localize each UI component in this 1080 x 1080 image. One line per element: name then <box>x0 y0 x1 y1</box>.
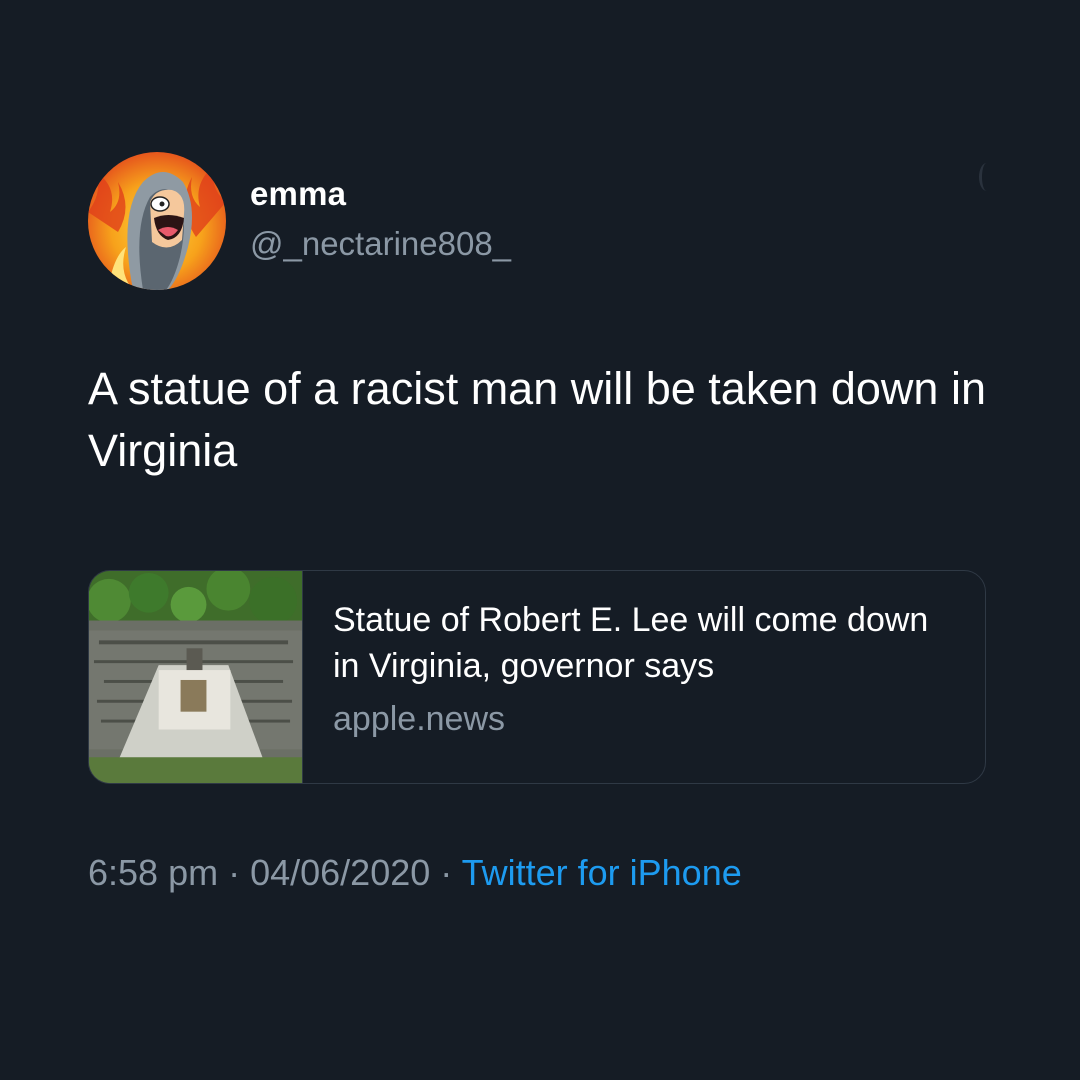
tweet-date[interactable]: 04/06/2020 <box>250 852 430 893</box>
more-options-icon[interactable] <box>979 163 994 191</box>
tweet-metadata: 6:58 pm · 04/06/2020 · Twitter for iPhon… <box>88 852 742 894</box>
tweet-source-link[interactable]: Twitter for iPhone <box>462 852 742 893</box>
separator: · <box>430 852 462 893</box>
link-domain[interactable]: apple.news <box>333 700 953 739</box>
statue-aerial-photo <box>89 571 302 783</box>
separator: · <box>218 852 251 893</box>
author-display-name[interactable]: emma <box>250 175 346 213</box>
author-handle[interactable]: @_nectarine808_ <box>250 225 511 263</box>
link-thumbnail <box>89 571 303 783</box>
avatar[interactable] <box>88 152 226 290</box>
link-preview-card[interactable]: Statue of Robert E. Lee will come down i… <box>88 570 986 784</box>
link-title[interactable]: Statue of Robert E. Lee will come down i… <box>333 597 953 689</box>
cartoon-avatar-icon <box>88 152 226 290</box>
tweet-time[interactable]: 6:58 pm <box>88 852 218 893</box>
tweet-text: A statue of a racist man will be taken d… <box>88 363 986 476</box>
